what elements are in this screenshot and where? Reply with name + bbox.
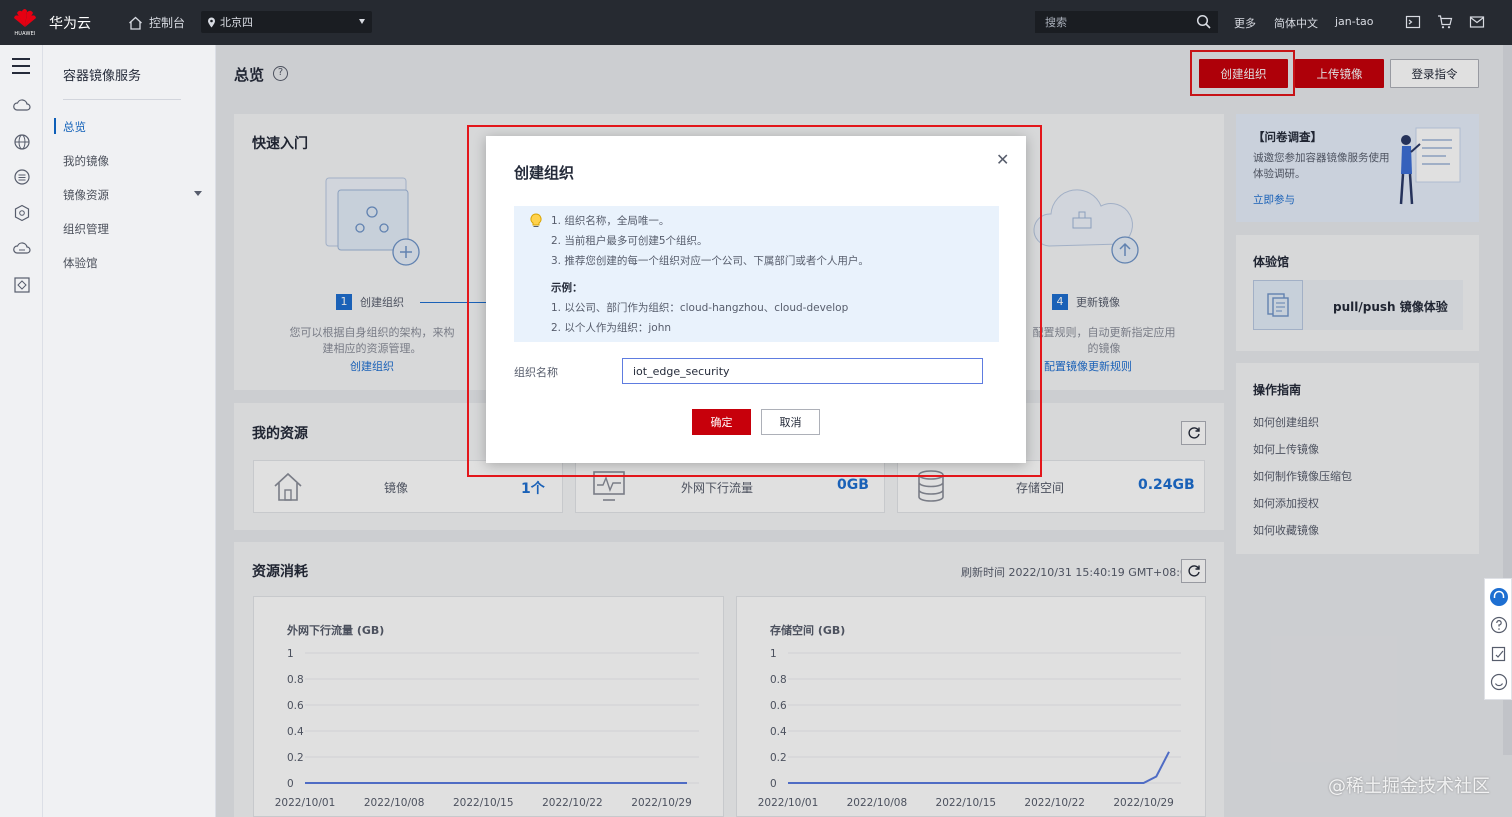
- terminal-icon[interactable]: [1405, 14, 1421, 30]
- customer-service-icon[interactable]: [1489, 587, 1509, 607]
- location-pin-icon: [208, 17, 215, 27]
- container-icon[interactable]: [13, 204, 31, 222]
- service-title: 容器镜像服务: [63, 69, 142, 84]
- search-placeholder: 搜索: [1045, 16, 1067, 29]
- edit-icon[interactable]: [1490, 645, 1508, 663]
- help-icon[interactable]: [1490, 616, 1508, 634]
- console-link[interactable]: 控制台: [128, 14, 185, 31]
- sidebar-item-experience-hall[interactable]: 体验馆: [63, 255, 98, 271]
- sidebar-item-my-images[interactable]: 我的镜像: [63, 153, 109, 169]
- menu-icon[interactable]: [12, 58, 30, 79]
- watermark: @稀土掘金技术社区: [1328, 776, 1490, 797]
- sidebar-item-image-resources[interactable]: 镜像资源: [63, 187, 109, 203]
- region-value: 北京四: [220, 16, 253, 29]
- search-input[interactable]: 搜索: [1035, 11, 1218, 33]
- sidebar-item-overview[interactable]: 总览: [63, 119, 86, 135]
- mail-icon[interactable]: [1469, 14, 1485, 30]
- cloud-icon[interactable]: [13, 240, 31, 258]
- huawei-logo[interactable]: HUAWEI: [10, 7, 40, 39]
- smile-icon[interactable]: [1490, 673, 1508, 691]
- cart-icon[interactable]: [1437, 14, 1453, 30]
- brand-name[interactable]: 华为云: [49, 13, 91, 33]
- logo-wordmark: HUAWEI: [14, 31, 36, 37]
- chevron-down-icon: [359, 19, 365, 24]
- top-bar: HUAWEI 华为云 控制台 北京四 搜索 更多 简体中文 jan-tao: [0, 0, 1512, 45]
- user-menu[interactable]: jan-tao: [1335, 15, 1374, 28]
- console-label: 控制台: [149, 16, 186, 30]
- huawei-petals-icon: [14, 9, 36, 27]
- sidebar-item-org-management[interactable]: 组织管理: [63, 221, 109, 237]
- divider: [63, 99, 181, 100]
- cloud-service-icon[interactable]: [13, 97, 31, 115]
- language-switch[interactable]: 简体中文: [1274, 15, 1318, 31]
- more-menu[interactable]: 更多: [1234, 15, 1256, 31]
- home-icon: [129, 16, 142, 30]
- icon-rail: [0, 45, 43, 817]
- globe-icon[interactable]: [13, 133, 31, 151]
- chevron-down-icon[interactable]: [194, 191, 202, 196]
- database-icon[interactable]: [13, 168, 31, 186]
- scan-icon[interactable]: [13, 276, 31, 294]
- service-sidebar: 容器镜像服务 总览 我的镜像 镜像资源 组织管理 体验馆: [43, 45, 216, 817]
- search-icon[interactable]: [1196, 14, 1212, 30]
- floating-toolbar: [1484, 578, 1512, 700]
- region-select[interactable]: 北京四: [201, 11, 372, 33]
- active-indicator: [54, 118, 56, 134]
- dialog-highlight-box: [467, 125, 1042, 477]
